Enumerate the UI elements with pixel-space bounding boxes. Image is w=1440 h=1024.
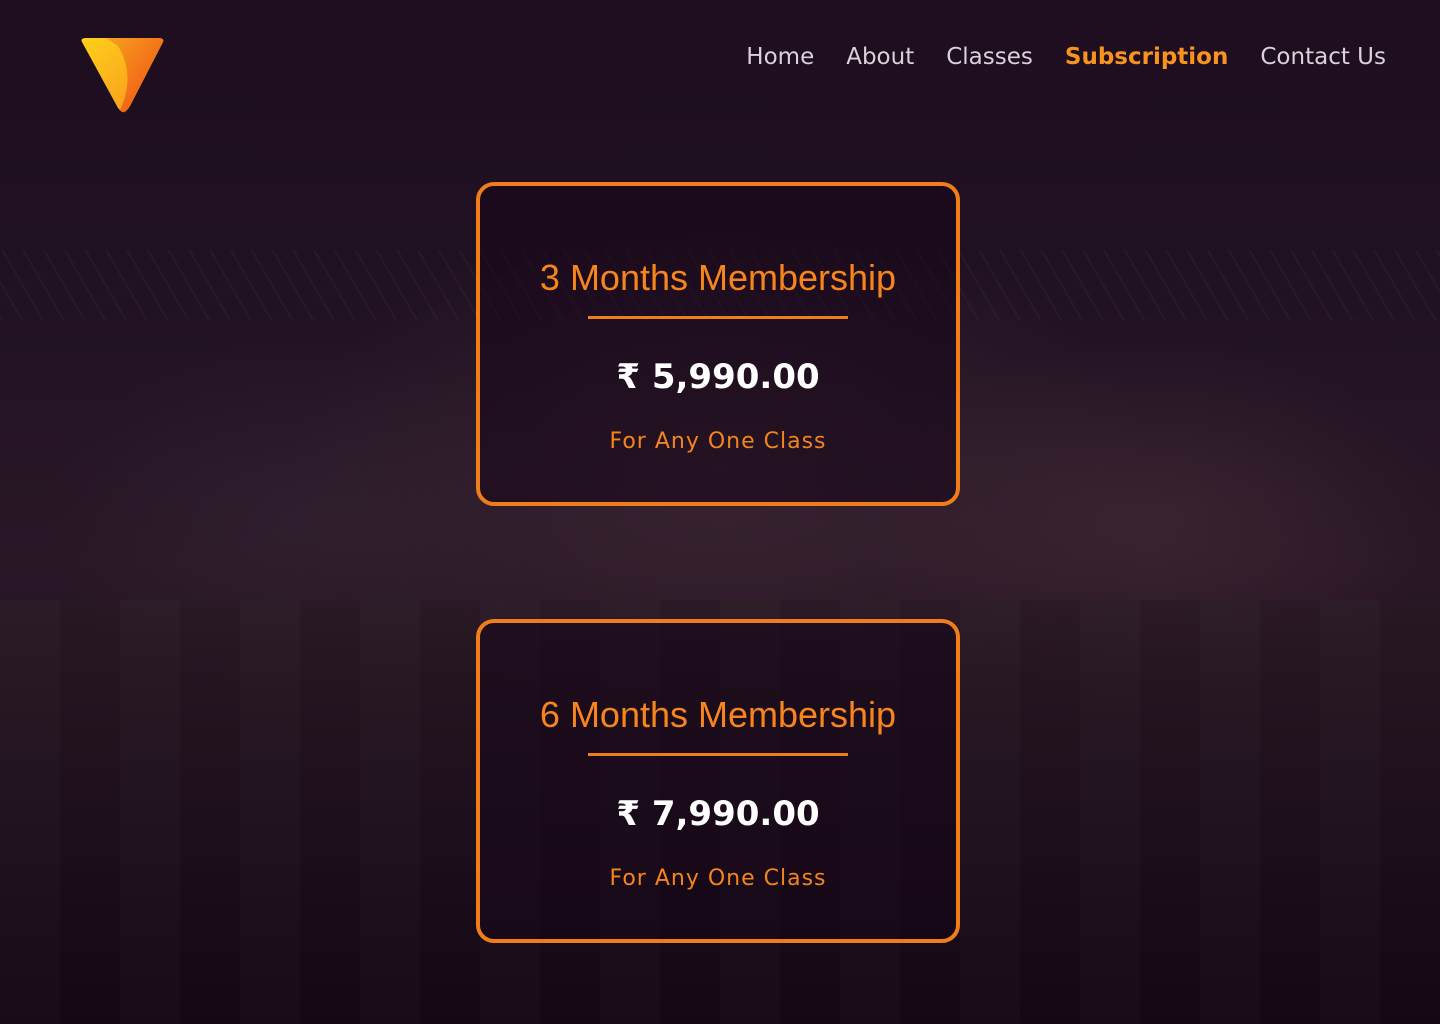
title-divider xyxy=(588,316,848,319)
title-divider xyxy=(588,753,848,756)
plan-card-6-months[interactable]: 6 Months Membership ₹ 7,990.00 For Any O… xyxy=(476,619,960,943)
nav-subscription[interactable]: Subscription xyxy=(1065,40,1228,74)
nav-contact-us[interactable]: Contact Us xyxy=(1260,40,1386,74)
plan-note: For Any One Class xyxy=(609,866,827,891)
plan-card-3-months[interactable]: 3 Months Membership ₹ 5,990.00 For Any O… xyxy=(476,182,960,506)
plan-price: ₹ 7,990.00 xyxy=(616,794,820,834)
brand-logo-link[interactable] xyxy=(78,36,166,116)
plan-note: For Any One Class xyxy=(609,429,827,454)
plan-price: ₹ 5,990.00 xyxy=(616,357,820,397)
nav-classes[interactable]: Classes xyxy=(946,40,1033,74)
plan-title: 6 Months Membership xyxy=(539,694,897,735)
nav-about[interactable]: About xyxy=(846,40,914,74)
plan-title: 3 Months Membership xyxy=(539,257,897,298)
nav-home[interactable]: Home xyxy=(746,40,814,74)
main-nav: Home About Classes Subscription Contact … xyxy=(746,40,1386,74)
site-header: Home About Classes Subscription Contact … xyxy=(0,0,1440,120)
v-shaped-brand-logo-icon xyxy=(81,38,164,113)
